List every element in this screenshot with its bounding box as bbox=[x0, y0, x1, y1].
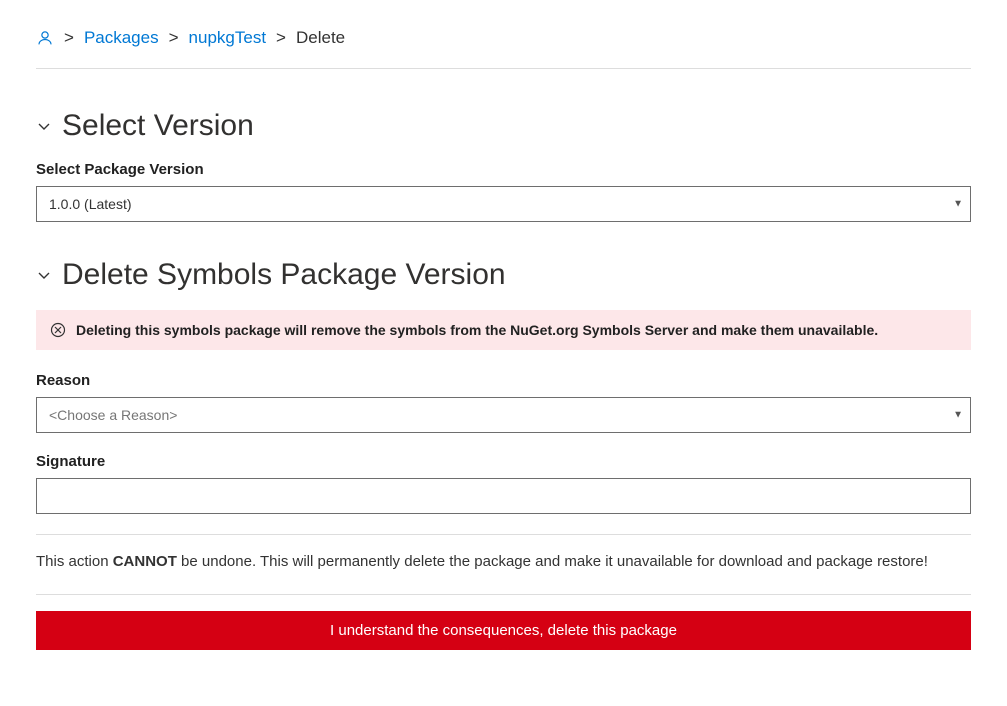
user-icon[interactable] bbox=[36, 29, 54, 47]
warning-text: Deleting this symbols package will remov… bbox=[76, 322, 878, 338]
breadcrumb-separator: > bbox=[169, 28, 179, 48]
version-select[interactable]: 1.0.0 (Latest) bbox=[36, 186, 971, 222]
select-version-label: Select Package Version bbox=[36, 161, 971, 178]
delete-package-button[interactable]: I understand the consequences, delete th… bbox=[36, 611, 971, 650]
breadcrumb-separator: > bbox=[64, 28, 74, 48]
signature-label: Signature bbox=[36, 453, 971, 470]
select-version-header[interactable]: Select Version bbox=[36, 109, 971, 143]
divider bbox=[36, 534, 971, 535]
breadcrumb-package-link[interactable]: nupkgTest bbox=[189, 28, 267, 48]
warning-banner: Deleting this symbols package will remov… bbox=[36, 310, 971, 350]
breadcrumb: > Packages > nupkgTest > Delete bbox=[36, 28, 971, 69]
delete-symbols-heading: Delete Symbols Package Version bbox=[62, 258, 506, 292]
select-version-heading: Select Version bbox=[62, 109, 254, 143]
breadcrumb-current: Delete bbox=[296, 28, 345, 48]
reason-select[interactable]: <Choose a Reason> bbox=[36, 397, 971, 433]
reason-label: Reason bbox=[36, 372, 971, 389]
divider bbox=[36, 594, 971, 595]
chevron-down-icon bbox=[36, 267, 52, 283]
cannot-undo-text: This action CANNOT be undone. This will … bbox=[36, 551, 971, 574]
delete-symbols-header[interactable]: Delete Symbols Package Version bbox=[36, 258, 971, 292]
breadcrumb-separator: > bbox=[276, 28, 286, 48]
chevron-down-icon bbox=[36, 118, 52, 134]
error-circle-icon bbox=[50, 322, 66, 338]
signature-input[interactable] bbox=[36, 478, 971, 514]
breadcrumb-packages-link[interactable]: Packages bbox=[84, 28, 159, 48]
